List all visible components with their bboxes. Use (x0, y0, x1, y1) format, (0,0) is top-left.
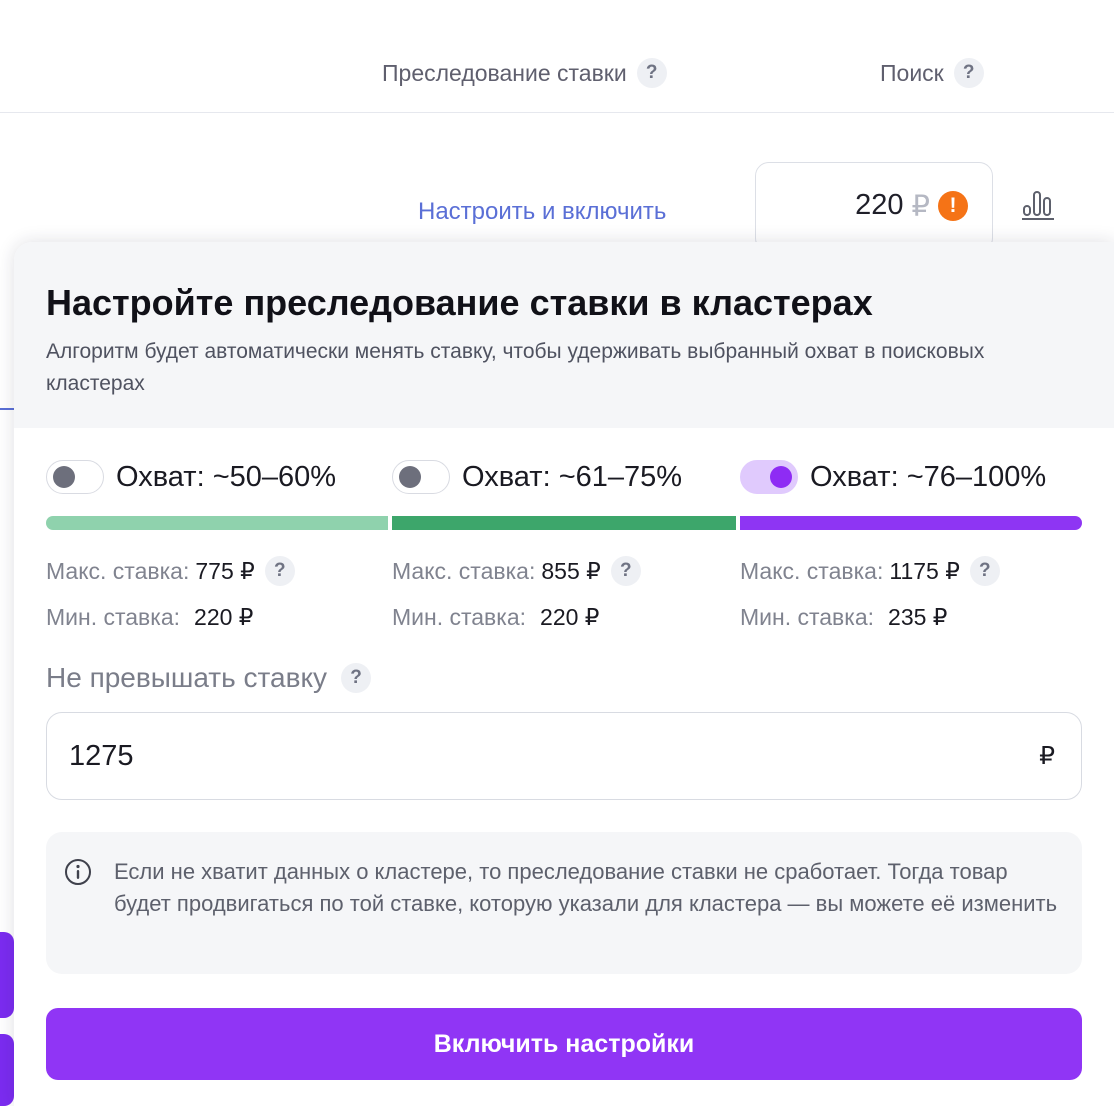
help-icon[interactable]: ? (636, 58, 667, 88)
help-icon[interactable]: ? (953, 58, 984, 88)
max-bid-value: 855 ₽ (541, 557, 601, 584)
background-row-divider (0, 408, 14, 410)
coverage-label-3: Охват: ~76–100% (810, 460, 1047, 493)
bid-limit-field: ₽ (46, 712, 1082, 800)
min-bid-3: Мин. ставка: 235 ₽ (740, 604, 947, 631)
toggle-knob (399, 466, 421, 488)
bid-value: 220 (855, 189, 904, 221)
bid-tracking-popover: Настройте преследование ставки в кластер… (14, 242, 1114, 1106)
column-header-search: Поиск ? (880, 58, 984, 88)
bar-chart-icon[interactable] (1020, 186, 1056, 222)
column-header-search-label: Поиск (880, 59, 944, 86)
bid-limit-input[interactable] (69, 739, 969, 773)
max-bid-value: 1175 ₽ (889, 557, 960, 584)
coverage-toggle-1[interactable] (46, 460, 104, 494)
help-icon[interactable]: ? (610, 556, 641, 586)
coverage-label-2: Охват: ~61–75% (462, 460, 683, 493)
popover-header: Настройте преследование ставки в кластер… (14, 242, 1114, 428)
enable-settings-button[interactable]: Включить настройки (46, 1008, 1082, 1080)
min-bid-value: 220 ₽ (540, 604, 600, 630)
configure-and-enable-link[interactable]: Настроить и включить (418, 198, 666, 226)
background-button-edge (0, 1034, 14, 1106)
max-bid-value: 775 ₽ (195, 557, 255, 584)
coverage-option-1: Охват: ~50–60% (46, 460, 336, 494)
coverage-option-3: Охват: ~76–100% (740, 460, 1046, 494)
help-icon[interactable]: ? (969, 556, 1000, 586)
help-icon[interactable]: ? (341, 663, 372, 693)
page: Преследование ставки ? Поиск ? Настроить… (0, 0, 1114, 1106)
toggle-knob (770, 466, 792, 488)
max-bid-3: Макс. ставка: 1175 ₽ ? (740, 556, 1000, 586)
min-bid-2: Мин. ставка: 220 ₽ (392, 604, 599, 631)
max-bid-label: Макс. ставка: (392, 557, 536, 584)
popover-title: Настройте преследование ставки в кластер… (46, 282, 873, 323)
info-icon (65, 859, 91, 885)
max-bid-label: Макс. ставка: (740, 557, 884, 584)
bid-currency: ₽ (911, 191, 930, 223)
help-icon[interactable]: ? (264, 556, 295, 586)
max-bid-2: Макс. ставка: 855 ₽ ? (392, 556, 641, 586)
column-header-bid-tracking: Преследование ставки ? (382, 58, 667, 88)
bid-limit-label: Не превышать ставку ? (46, 662, 372, 694)
toggle-knob (53, 466, 75, 488)
min-bid-value: 235 ₽ (888, 604, 948, 630)
coverage-bar-1 (46, 516, 388, 530)
warning-icon[interactable]: ! (938, 191, 968, 221)
info-notice: Если не хватит данных о кластере, то пре… (46, 832, 1082, 974)
max-bid-1: Макс. ставка: 775 ₽ ? (46, 556, 295, 586)
coverage-bar-2 (392, 516, 736, 530)
coverage-toggle-3[interactable] (740, 460, 798, 494)
background-button-edge (0, 932, 14, 1018)
info-text: Если не хватит данных о кластере, то пре… (114, 859, 1058, 916)
header-divider (0, 112, 1114, 113)
bid-limit-currency: ₽ (1039, 742, 1055, 770)
coverage-bar-3 (740, 516, 1082, 530)
max-bid-label: Макс. ставка: (46, 557, 190, 584)
bid-limit-label-text: Не превышать ставку (46, 662, 328, 693)
min-bid-label: Мин. ставка: (46, 604, 181, 630)
min-bid-1: Мин. ставка: 220 ₽ (46, 604, 253, 631)
coverage-option-2: Охват: ~61–75% (392, 460, 682, 494)
min-bid-label: Мин. ставка: (392, 604, 527, 630)
popover-subtitle: Алгоритм будет автоматически менять став… (46, 340, 985, 395)
min-bid-label: Мин. ставка: (740, 604, 875, 630)
column-header-bid-tracking-label: Преследование ставки (382, 59, 627, 86)
bid-field[interactable]: 220 ₽ ! (755, 162, 993, 252)
coverage-label-1: Охват: ~50–60% (116, 460, 337, 493)
min-bid-value: 220 ₽ (194, 604, 254, 630)
coverage-toggle-2[interactable] (392, 460, 450, 494)
